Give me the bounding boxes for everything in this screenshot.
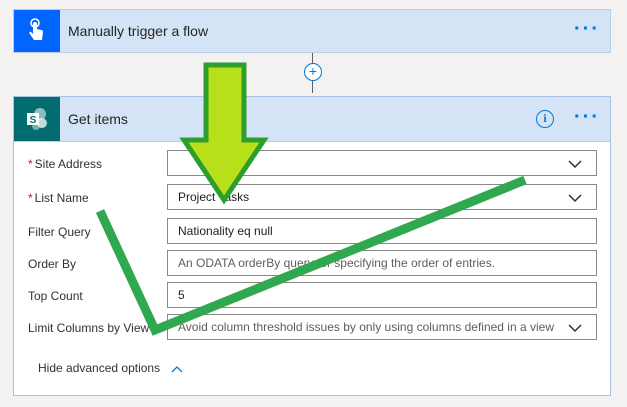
filter-query-input[interactable]: Nationality eq null [167,218,597,244]
action-header[interactable]: S Get items i ··· [14,97,610,142]
touch-hand-icon [14,10,60,52]
svg-text:S: S [30,115,37,126]
action-title: Get items [68,111,128,127]
sharepoint-icon: S [14,97,60,141]
site-address-label: * Site Address [28,157,103,171]
add-step-button[interactable]: + [304,63,322,81]
chevron-up-icon [171,365,183,373]
trigger-title: Manually trigger a flow [68,23,209,39]
get-items-card: S Get items i ··· * Site Address * List Na… [13,96,611,396]
chevron-down-icon [568,160,582,169]
order-by-input[interactable]: An ODATA orderBy query for specifying th… [167,250,597,276]
order-by-label: Order By [28,257,77,271]
action-more-button[interactable]: ··· [574,106,600,129]
list-name-dropdown[interactable]: Project Tasks [167,184,597,210]
trigger-card[interactable]: Manually trigger a flow ··· [13,9,611,53]
limit-columns-label: Limit Columns by View [28,321,150,335]
hide-advanced-options-button[interactable]: Hide advanced options [38,361,183,375]
chevron-down-icon [568,324,582,333]
top-count-label: Top Count [28,289,83,303]
trigger-more-button[interactable]: ··· [574,18,600,41]
site-address-dropdown[interactable] [167,150,597,176]
top-count-input[interactable]: 5 [167,282,597,308]
limit-columns-dropdown[interactable]: Avoid column threshold issues by only us… [167,314,597,340]
list-name-label: * List Name [28,191,89,205]
chevron-down-icon [568,194,582,203]
info-icon[interactable]: i [536,110,554,128]
filter-query-label: Filter Query [28,225,91,239]
